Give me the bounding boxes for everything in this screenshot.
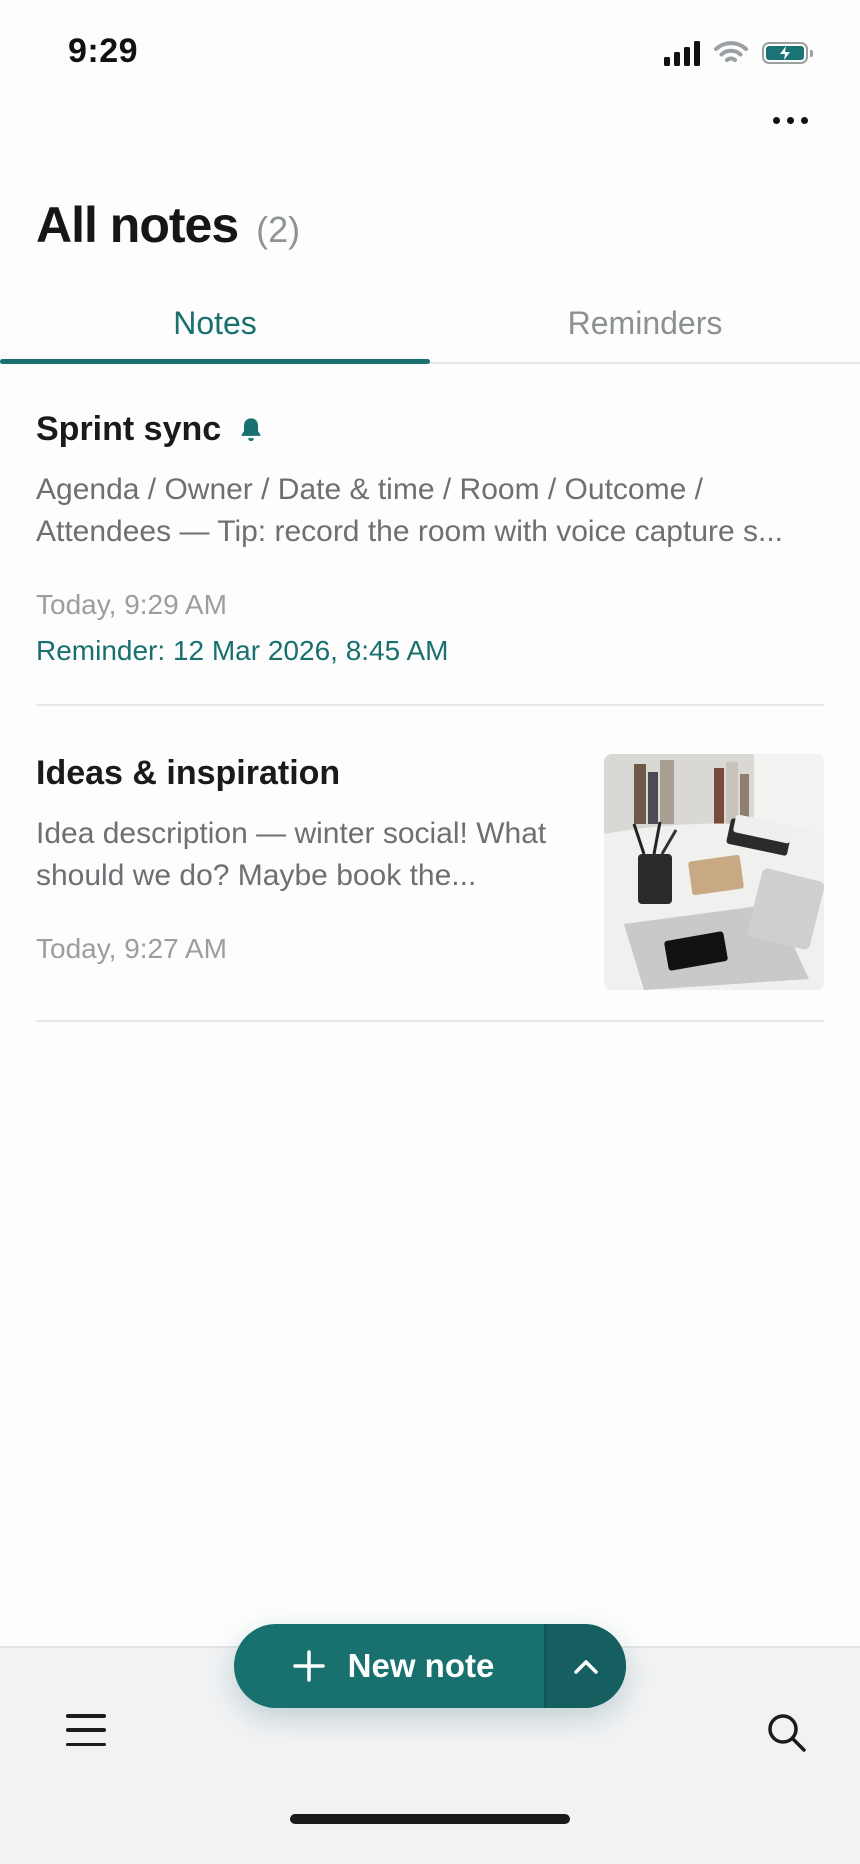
- chevron-up-icon: [574, 1660, 598, 1674]
- menu-icon-line: [66, 1728, 106, 1732]
- new-note-fab: New note: [234, 1624, 626, 1708]
- more-icon: [772, 116, 780, 124]
- note-date: Today, 9:29 AM: [36, 589, 227, 620]
- expand-options-button[interactable]: [546, 1624, 626, 1708]
- page-title: All notes: [36, 197, 239, 253]
- tab-reminders[interactable]: Reminders: [430, 284, 860, 362]
- note-item-sprint-sync[interactable]: Sprint sync Agenda / Owner / Date & time…: [36, 410, 824, 706]
- tab-notes[interactable]: Notes: [0, 284, 430, 364]
- status-icons: [664, 40, 813, 66]
- more-icon-dot: [786, 116, 794, 124]
- battery-icon: [762, 42, 813, 64]
- menu-button[interactable]: [66, 1714, 106, 1746]
- note-item-ideas[interactable]: Ideas & inspiration Idea description — w…: [36, 754, 824, 1022]
- new-note-button[interactable]: New note: [234, 1624, 544, 1708]
- note-preview-line: Agenda / Owner / Date & time / Room / Ou…: [36, 473, 703, 506]
- status-time: 9:29: [68, 32, 139, 70]
- new-note-label: New note: [347, 1647, 495, 1684]
- menu-icon: [66, 1714, 106, 1718]
- more-icon-dot: [800, 116, 808, 124]
- signal-icon: [664, 40, 700, 66]
- note-preview: Agenda / Owner / Date & time / Room / Ou…: [36, 469, 824, 553]
- menu-icon-line: [66, 1742, 106, 1746]
- home-indicator: [290, 1814, 570, 1824]
- bell-icon: [241, 417, 261, 441]
- note-title: Ideas & inspiration: [36, 754, 341, 792]
- wifi-icon: [714, 41, 748, 62]
- note-reminder: Reminder: 12 Mar 2026, 8:45 AM: [36, 635, 449, 666]
- search-icon[interactable]: [764, 1710, 808, 1754]
- app-screen: 9:29 All notes (2) Notes Reminders Sprin…: [0, 0, 860, 1864]
- note-thumbnail-image: [604, 754, 824, 990]
- tab-bar: Notes Reminders: [0, 284, 860, 364]
- note-title-row: Sprint sync: [36, 410, 824, 449]
- plus-icon: [292, 1650, 325, 1682]
- page-header: All notes (2): [36, 196, 300, 254]
- note-title: Sprint sync: [36, 410, 222, 448]
- note-count: (2): [256, 209, 301, 250]
- more-options-button[interactable]: [760, 100, 820, 140]
- note-preview-line: Attendees — Tip: record the room with vo…: [36, 515, 784, 548]
